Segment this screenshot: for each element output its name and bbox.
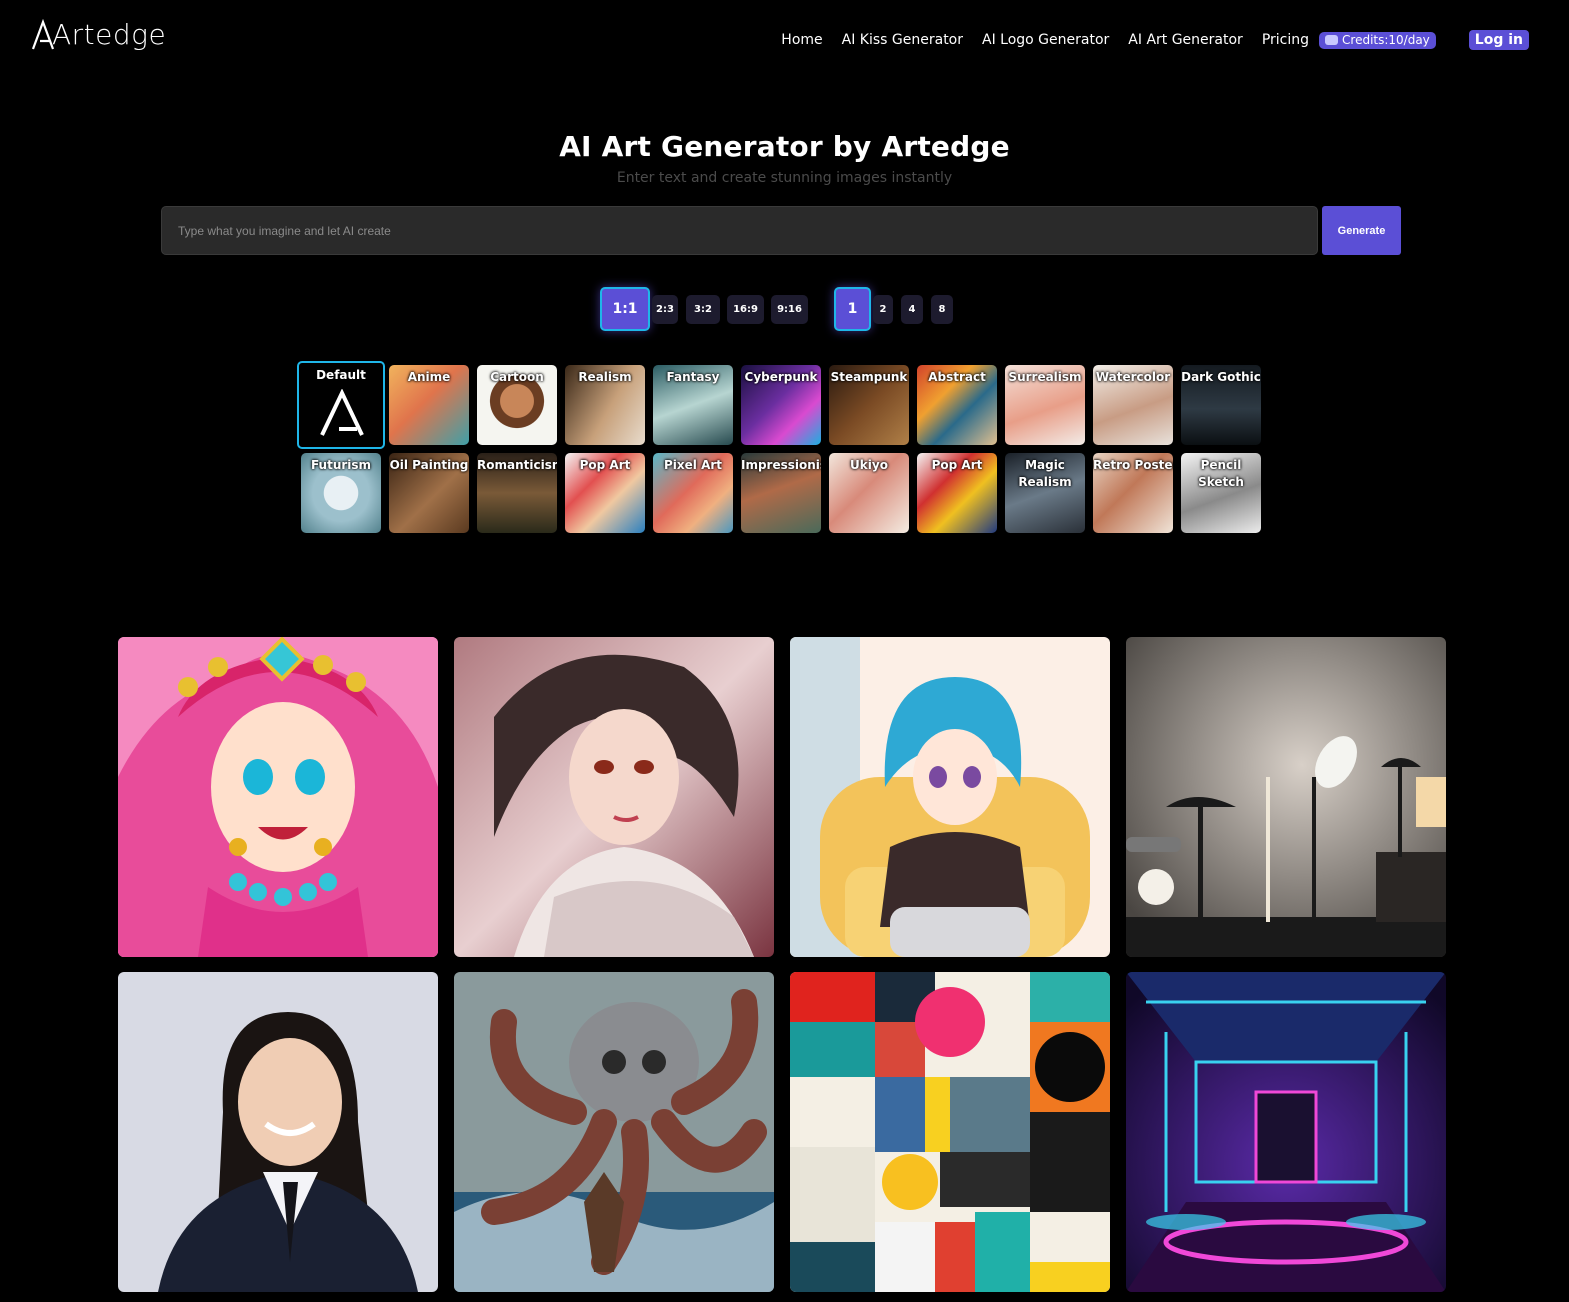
logo[interactable]: Artedge bbox=[30, 18, 166, 51]
style-label: Realism bbox=[578, 370, 632, 384]
gallery-artwork bbox=[454, 972, 774, 1292]
artedge-logo-icon bbox=[320, 389, 364, 436]
style-magic-realism[interactable]: Magic Realism bbox=[1005, 453, 1085, 533]
ratio-option-9-16[interactable]: 9:16 bbox=[771, 295, 808, 324]
style-realism[interactable]: Realism bbox=[565, 365, 645, 445]
count-option-8[interactable]: 8 bbox=[931, 295, 953, 324]
gallery-image-octopus-warrior[interactable] bbox=[454, 972, 774, 1292]
style-label: Default bbox=[316, 368, 366, 382]
login-button[interactable]: Log in bbox=[1468, 30, 1529, 50]
style-pop-art[interactable]: Pop Art bbox=[565, 453, 645, 533]
style-label: Retro Poster bbox=[1093, 458, 1173, 472]
style-impressionism[interactable]: Impressionism bbox=[741, 453, 821, 533]
style-pixel-art[interactable]: Pixel Art bbox=[653, 453, 733, 533]
style-romanticism[interactable]: Romanticism bbox=[477, 453, 557, 533]
style-watercolor[interactable]: Watercolor bbox=[1093, 365, 1173, 445]
style-label: Pixel Art bbox=[663, 458, 723, 472]
ratio-option-1-1[interactable]: 1:1 bbox=[600, 287, 650, 331]
gallery-image-cyberpunk-neon-room[interactable] bbox=[1126, 972, 1446, 1292]
ratio-option-16-9[interactable]: 16:9 bbox=[727, 295, 764, 324]
count-option-1[interactable]: 1 bbox=[834, 287, 871, 331]
style-label: Fantasy bbox=[666, 370, 720, 384]
style-label: Cyberpunk bbox=[744, 370, 818, 384]
count-option-4[interactable]: 4 bbox=[901, 295, 923, 324]
style-fantasy[interactable]: Fantasy bbox=[653, 365, 733, 445]
ratio-option-3-2[interactable]: 3:2 bbox=[686, 295, 720, 324]
prompt-input[interactable] bbox=[162, 207, 1317, 254]
nav-ai-kiss-generator[interactable]: AI Kiss Generator bbox=[842, 32, 963, 48]
gallery-artwork bbox=[790, 637, 1110, 957]
style-anime[interactable]: Anime bbox=[389, 365, 469, 445]
gallery-artwork bbox=[1126, 972, 1446, 1292]
style-label: Anime bbox=[407, 370, 451, 384]
style-label: Pop Art bbox=[579, 458, 631, 472]
nav-ai-art-generator[interactable]: AI Art Generator bbox=[1128, 32, 1243, 48]
style-label: Romanticism bbox=[477, 458, 557, 472]
generate-button[interactable]: Generate bbox=[1322, 206, 1401, 255]
style-ukiyo[interactable]: Ukiyo bbox=[829, 453, 909, 533]
top-nav: Home AI Kiss Generator AI Logo Generator… bbox=[762, 30, 1529, 50]
style-label: Impressionism bbox=[741, 458, 821, 472]
gallery-image-anime-girl-armchair[interactable] bbox=[790, 637, 1110, 957]
prompt-box bbox=[161, 206, 1318, 255]
credits-badge[interactable]: Credits:10/day bbox=[1319, 31, 1436, 49]
style-pop-art-2[interactable]: Pop Art bbox=[917, 453, 997, 533]
style-abstract[interactable]: Abstract bbox=[917, 365, 997, 445]
nav-ai-logo-generator[interactable]: AI Logo Generator bbox=[982, 32, 1109, 48]
style-label: Dark Gothic bbox=[1181, 370, 1261, 384]
page-title: AI Art Generator by Artedge bbox=[559, 130, 1010, 163]
page-subtitle: Enter text and create stunning images in… bbox=[616, 170, 953, 186]
style-label: Cartoon bbox=[490, 370, 544, 384]
style-label: Ukiyo bbox=[850, 458, 888, 472]
style-label: Pop Art bbox=[931, 458, 983, 472]
gallery-artwork bbox=[118, 972, 438, 1292]
style-label: Steampunk bbox=[830, 370, 908, 384]
style-label: Pencil Sketch bbox=[1198, 458, 1244, 489]
nav-pricing[interactable]: Pricing bbox=[1262, 32, 1309, 48]
style-cartoon[interactable]: Cartoon bbox=[477, 365, 557, 445]
style-default[interactable]: Default bbox=[297, 361, 385, 449]
style-label: Magic Realism bbox=[1018, 458, 1072, 489]
gallery-artwork bbox=[1126, 637, 1446, 957]
style-oil-painting[interactable]: Oil Painting bbox=[389, 453, 469, 533]
gallery-image-desk-lamps-interior[interactable] bbox=[1126, 637, 1446, 957]
style-steampunk[interactable]: Steampunk bbox=[829, 365, 909, 445]
style-label: Surrealism bbox=[1008, 370, 1082, 384]
style-surrealism[interactable]: Surrealism bbox=[1005, 365, 1085, 445]
style-label: Oil Painting bbox=[389, 458, 469, 472]
gallery-image-business-portrait[interactable] bbox=[118, 972, 438, 1292]
ratio-option-2-3[interactable]: 2:3 bbox=[652, 295, 678, 324]
gallery-artwork bbox=[118, 637, 438, 957]
gallery-image-anime-girl-pink-hat[interactable] bbox=[118, 637, 438, 957]
style-label: Watercolor bbox=[1095, 370, 1171, 384]
gallery-image-abstract-collage[interactable] bbox=[790, 972, 1110, 1292]
credits-label: Credits:10/day bbox=[1342, 33, 1430, 47]
gallery-artwork bbox=[454, 637, 774, 957]
style-label: Futurism bbox=[310, 458, 372, 472]
gallery-image-fantasy-woman-portrait[interactable] bbox=[454, 637, 774, 957]
header: Artedge Home AI Kiss Generator AI Logo G… bbox=[0, 0, 1569, 80]
coins-icon bbox=[1325, 35, 1339, 45]
logo-text: Artedge bbox=[52, 18, 167, 51]
style-cyberpunk[interactable]: Cyberpunk bbox=[741, 365, 821, 445]
style-pencil-sketch[interactable]: Pencil Sketch bbox=[1181, 453, 1261, 533]
gallery-artwork bbox=[790, 972, 1110, 1292]
style-futurism[interactable]: Futurism bbox=[301, 453, 381, 533]
count-option-2[interactable]: 2 bbox=[873, 295, 893, 324]
style-retro-poster[interactable]: Retro Poster bbox=[1093, 453, 1173, 533]
nav-home[interactable]: Home bbox=[781, 32, 822, 48]
style-dark-gothic[interactable]: Dark Gothic bbox=[1181, 365, 1261, 445]
style-label: Abstract bbox=[928, 370, 986, 384]
